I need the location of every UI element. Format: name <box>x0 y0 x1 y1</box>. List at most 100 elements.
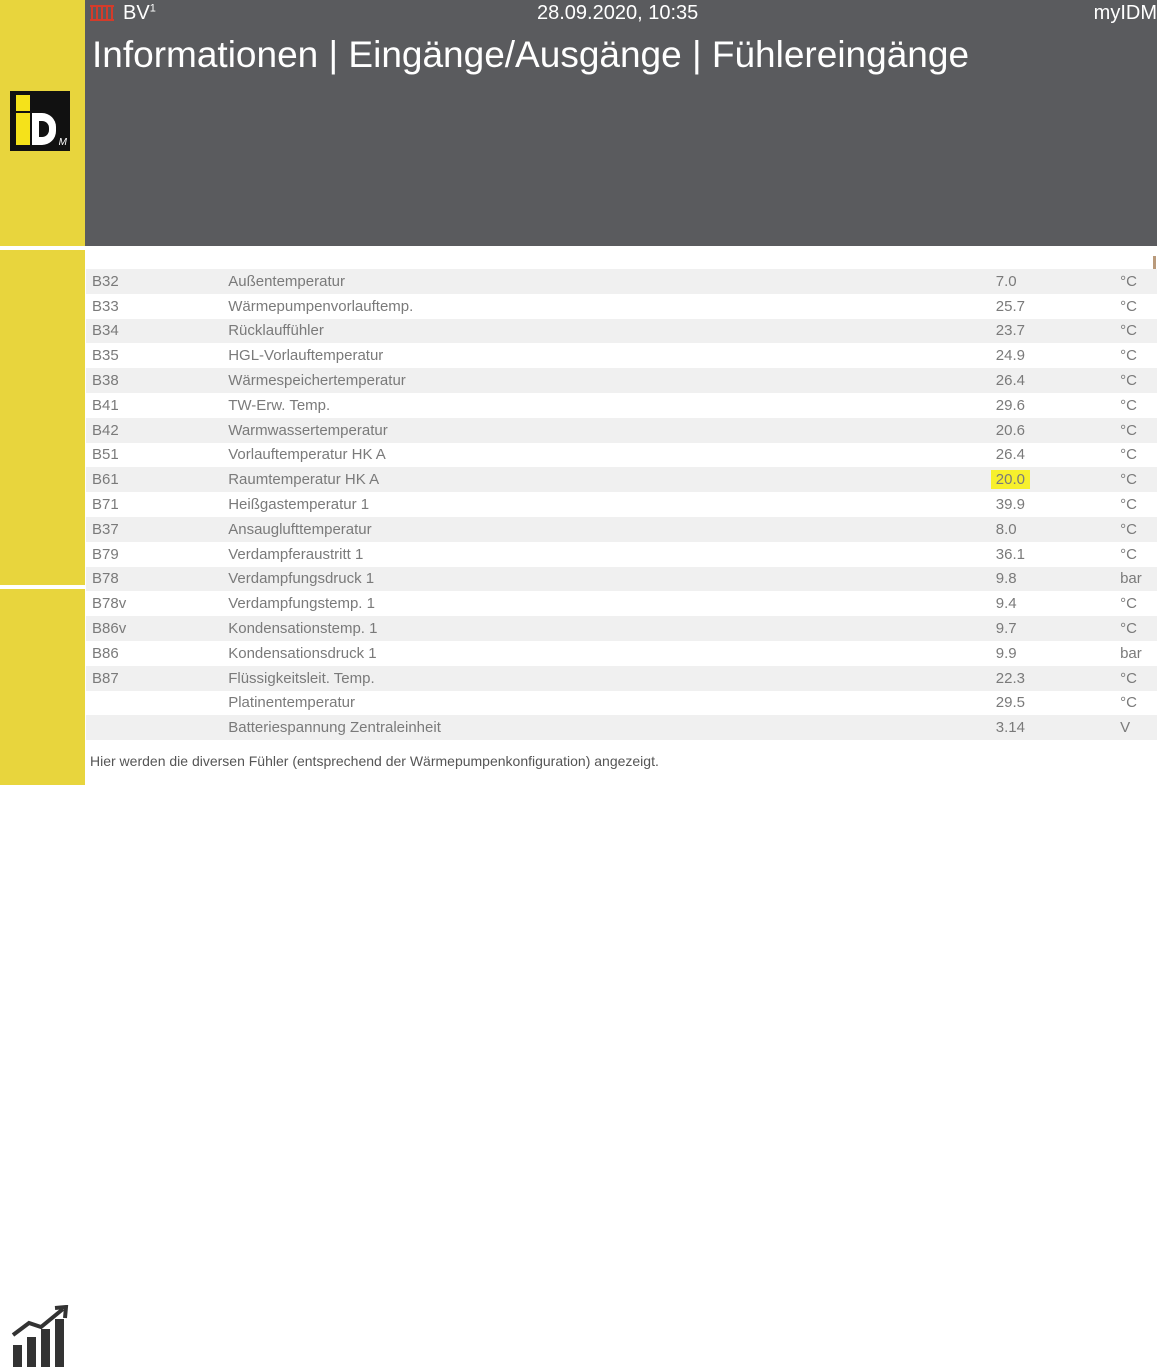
sensor-unit: °C <box>1120 392 1157 418</box>
sensor-code: B35 <box>86 343 229 369</box>
sensor-value: 29.5 <box>995 690 1121 716</box>
value-text: 3.14 <box>995 719 1025 737</box>
myidm-link[interactable]: myIDM <box>1094 2 1157 25</box>
sensor-value: 26.4 <box>995 368 1121 393</box>
value-text: 25.7 <box>995 297 1025 315</box>
sensor-name: Warmwassertemperatur <box>228 417 996 443</box>
sensor-name: TW-Erw. Temp. <box>228 392 996 418</box>
sensor-code: B32 <box>86 269 229 294</box>
sensor-value: 20.0 <box>990 467 1121 493</box>
sensor-code: B87 <box>86 665 229 691</box>
sidebar-home-block[interactable]: M <box>0 0 85 246</box>
sensor-code: B78v <box>86 591 229 617</box>
table-row: B38 Wärmespeichertemperatur 26.4 °C <box>86 368 1157 393</box>
sensor-code: B78 <box>86 566 229 592</box>
value-text: 9.7 <box>995 620 1017 638</box>
table-row: B79 Verdampferaustritt 1 36.1 °C <box>86 541 1157 567</box>
sensor-code: B86v <box>86 616 229 641</box>
sensor-value: 36.1 <box>995 541 1121 567</box>
sensor-unit: bar <box>1120 640 1157 666</box>
sensor-code <box>86 715 229 741</box>
sidebar: M <box>0 0 85 1367</box>
value-text: 39.9 <box>995 496 1025 514</box>
sensor-value: 39.9 <box>995 492 1121 517</box>
sensor-value: 7.0 <box>995 269 1121 294</box>
table-row: B42 Warmwassertemperatur 20.6 °C <box>86 417 1157 443</box>
idm-logo-icon[interactable]: M <box>10 91 70 151</box>
table-row: B87 Flüssigkeitsleit. Temp. 22.3 °C <box>86 665 1157 691</box>
table-row: B71 Heißgastemperatur 1 39.9 °C <box>86 492 1157 517</box>
sensor-unit: °C <box>1120 442 1157 468</box>
sensor-table: B32 Außentemperatur 7.0 °C B33 Wärmepumpenvor… <box>86 269 1157 741</box>
table-row: B86 Kondensationsdruck 1 9.9 bar <box>86 640 1157 666</box>
sensor-name: Wärmepumpenvorlauftemp. <box>228 293 996 319</box>
statistics-chart-icon[interactable] <box>11 1305 71 1369</box>
sensor-name: Heißgastemperatur 1 <box>228 492 996 517</box>
table-row: B35 HGL-Vorlauftemperatur 24.9 °C <box>86 343 1157 369</box>
sidebar-inputs-outputs-block[interactable] <box>0 250 85 696</box>
sensor-name: Batteriespannung Zentraleinheit <box>228 715 996 741</box>
sensor-name: Raumtemperatur HK A <box>228 467 996 493</box>
table-row: B34 Rücklauffühler 23.7 °C <box>86 318 1157 344</box>
table-row: Platinentemperatur 29.5 °C <box>86 690 1157 716</box>
sensor-value: 23.7 <box>995 318 1121 344</box>
sensor-code: B51 <box>86 442 229 468</box>
page-title: Informationen | Eingänge/Ausgänge | Fühl… <box>92 34 970 75</box>
sensor-name: Kondensationsdruck 1 <box>228 640 996 666</box>
sensor-code: B86 <box>86 640 229 666</box>
sensor-unit: °C <box>1120 690 1157 716</box>
sensor-value: 25.7 <box>995 293 1121 319</box>
datetime: 28.09.2020, 10:35 <box>537 2 699 24</box>
value-text: 36.1 <box>995 545 1025 563</box>
sensor-name: HGL-Vorlauftemperatur <box>228 343 996 369</box>
sensor-code: B61 <box>86 467 229 493</box>
sensor-unit: °C <box>1120 417 1157 443</box>
footer-note: Hier werden die diversen Fühler (entspre… <box>90 753 659 769</box>
sensor-unit: °C <box>1120 616 1157 641</box>
table-row: B86v Kondensationstemp. 1 9.7 °C <box>86 616 1157 641</box>
sensor-unit: °C <box>1120 318 1157 344</box>
sensor-unit: °C <box>1120 492 1157 517</box>
sensor-name: Verdampferaustritt 1 <box>228 541 996 567</box>
value-text: 24.9 <box>995 347 1025 365</box>
sensor-value: 9.9 <box>995 640 1121 666</box>
scrollbar-thumb[interactable] <box>1153 256 1156 270</box>
sensor-unit: °C <box>1120 541 1157 567</box>
value-text: 20.6 <box>995 421 1025 439</box>
sidebar-statistics-block[interactable] <box>0 589 85 1367</box>
sensor-unit: °C <box>1120 467 1157 493</box>
sensor-name: Außentemperatur <box>228 269 996 294</box>
sensor-value: 9.7 <box>995 616 1121 641</box>
sensor-value: 24.9 <box>995 343 1121 369</box>
heater-icon <box>90 5 114 21</box>
sensor-code: B42 <box>86 417 229 443</box>
sensor-unit: °C <box>1120 343 1157 369</box>
sensor-name: Platinentemperatur <box>228 690 996 716</box>
value-text: 26.4 <box>995 446 1025 464</box>
sensor-value: 22.3 <box>995 665 1121 691</box>
sensor-code: B71 <box>86 492 229 517</box>
sensor-value: 9.8 <box>995 566 1121 592</box>
value-text: 8.0 <box>995 520 1017 538</box>
table-row: Batteriespannung Zentraleinheit 3.14 V <box>86 715 1157 741</box>
table-row: B61 Raumtemperatur HK A 20.0 °C <box>86 467 1157 493</box>
sensor-code: B41 <box>86 392 229 418</box>
sensor-name: Kondensationstemp. 1 <box>228 616 996 641</box>
value-text: 9.9 <box>995 644 1017 662</box>
sensor-value: 29.6 <box>995 392 1121 418</box>
table-row: B51 Vorlauftemperatur HK A 26.4 °C <box>86 442 1157 468</box>
value-text: 29.5 <box>995 694 1025 712</box>
sensor-value: 20.6 <box>995 417 1121 443</box>
sensor-name: Rücklauffühler <box>228 318 996 344</box>
table-row: B78 Verdampfungsdruck 1 9.8 bar <box>86 566 1157 592</box>
sensor-unit: °C <box>1120 516 1157 542</box>
value-text: 9.4 <box>995 595 1017 613</box>
sensor-name: Verdampfungstemp. 1 <box>228 591 996 617</box>
sensor-code: B34 <box>86 318 229 344</box>
sensor-code: B37 <box>86 516 229 542</box>
table-row: B41 TW-Erw. Temp. 29.6 °C <box>86 392 1157 418</box>
value-text: 7.0 <box>995 272 1017 290</box>
value-text: 23.7 <box>995 322 1025 340</box>
highlighted-value: 20.0 <box>990 470 1030 490</box>
value-text: 29.6 <box>995 396 1025 414</box>
